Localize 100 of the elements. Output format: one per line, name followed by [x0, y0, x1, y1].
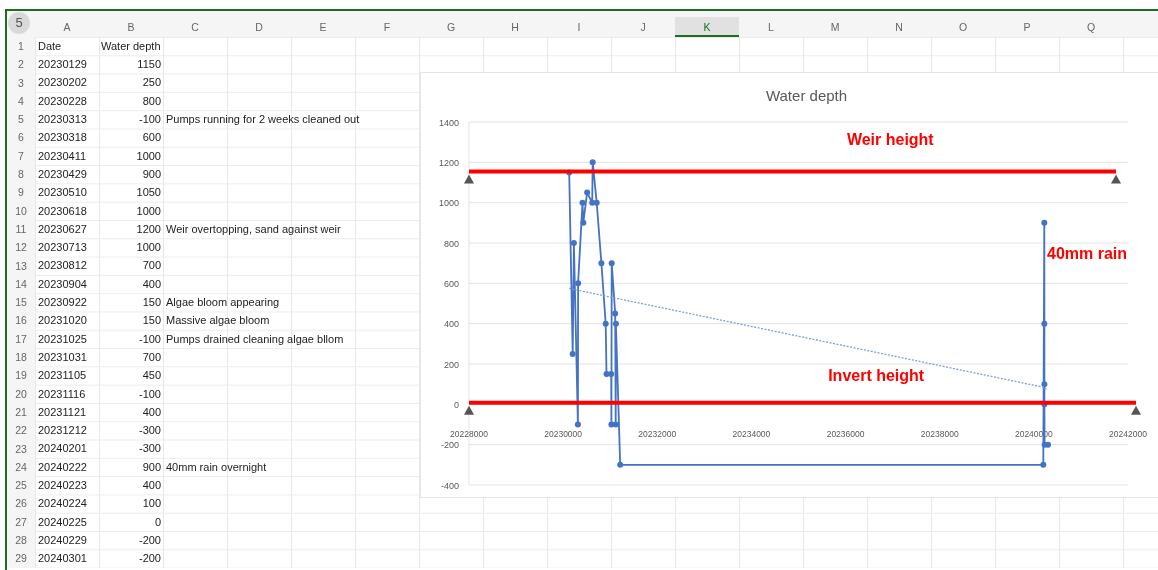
row-header[interactable]: 8 [7, 165, 35, 184]
table-cell: 450 [142, 369, 161, 382]
axis-label: -400 [441, 480, 459, 491]
column-header[interactable]: J [611, 17, 675, 37]
axis-label: 20234000 [732, 429, 771, 440]
data-point [569, 350, 576, 357]
table-cell: -100 [138, 332, 161, 345]
column-header[interactable]: D [227, 17, 291, 37]
row-header[interactable]: 12 [7, 238, 35, 257]
column-header[interactable]: E [291, 17, 355, 37]
column-header[interactable]: L [739, 17, 803, 37]
row-header[interactable]: 18 [7, 348, 35, 367]
table-cell: 0 [154, 515, 161, 528]
table-cell: 20240225 [38, 515, 87, 528]
table-cell: 20240229 [38, 533, 87, 546]
table-cell: Water depth [101, 39, 161, 52]
table-cell: 20230922 [38, 296, 87, 309]
table-cell: 1200 [136, 222, 161, 235]
table-cell: 20230202 [38, 76, 87, 89]
table-cell: 700 [142, 350, 161, 363]
table-cell: 20231020 [38, 314, 87, 327]
axis-label: 20228000 [450, 429, 488, 440]
table-cell: 20231025 [38, 332, 87, 345]
data-point [580, 219, 587, 226]
axis-label: 1400 [438, 117, 459, 128]
table-cell: 900 [142, 167, 161, 180]
axis-label: 1000 [438, 198, 459, 209]
table-cell: 20231121 [38, 405, 87, 418]
column-header[interactable]: N [867, 17, 931, 37]
table-cell: -200 [138, 533, 161, 546]
table-cell: -100 [138, 113, 161, 126]
column-header[interactable]: F [355, 17, 419, 37]
column-header[interactable]: C [163, 17, 227, 37]
column-header[interactable]: G [419, 17, 483, 37]
table-cell: 1000 [136, 204, 161, 217]
axis-label: 1200 [438, 157, 459, 168]
column-header[interactable]: O [931, 17, 995, 37]
row-header[interactable]: 15 [7, 293, 35, 312]
column-header[interactable]: A [35, 17, 99, 37]
table-cell: 20230713 [38, 241, 87, 254]
column-header[interactable]: H [483, 17, 547, 37]
table-cell: 20240224 [38, 497, 87, 510]
table-cell: 20230510 [38, 186, 87, 199]
row-header[interactable]: 5 [7, 110, 35, 129]
axis-label: 0 [454, 399, 459, 410]
table-cell: Pumps running for 2 weeks cleaned out [166, 113, 360, 126]
axis-label: -200 [441, 440, 459, 451]
data-point [575, 280, 582, 287]
column-header[interactable]: M [803, 17, 867, 37]
annotation-label: 40mm rain [1047, 245, 1128, 263]
triangle-icon [464, 405, 474, 415]
column-header[interactable]: B [99, 17, 163, 37]
axis-label: 800 [443, 238, 459, 249]
row-header[interactable]: 25 [7, 476, 35, 495]
table-cell: 20231212 [38, 424, 87, 437]
data-point [612, 320, 619, 327]
column-header[interactable]: Q [1059, 17, 1123, 37]
table-cell: 100 [142, 497, 161, 510]
row-header[interactable]: 1 [7, 37, 35, 56]
table-cell: 250 [142, 76, 161, 89]
table-cell: 20230228 [38, 94, 87, 107]
table-cell: 20240201 [38, 442, 87, 455]
row-header[interactable]: 29 [7, 549, 35, 568]
axis-label: 20230000 [544, 429, 583, 440]
name-box[interactable]: 5 [8, 12, 30, 34]
table-cell: 20230411 [38, 149, 87, 162]
row-header[interactable]: 9 [7, 183, 35, 202]
table-cell: 20230429 [38, 167, 87, 180]
table-cell: Pumps drained cleaning algae bllom [166, 332, 344, 345]
table-cell: Weir overtopping, sand against weir [166, 222, 341, 235]
column-header[interactable]: K [675, 17, 739, 37]
column-header[interactable]: I [547, 17, 611, 37]
row-header[interactable]: 16 [7, 311, 35, 330]
annotation-label: Invert height [828, 366, 925, 384]
row-header[interactable]: 22 [7, 421, 35, 440]
data-point [1041, 219, 1048, 226]
table-cell: 400 [142, 479, 161, 491]
table-cell: Algae bloom appearing [166, 296, 280, 309]
table-cell: 20240301 [38, 552, 87, 565]
table-cell: 400 [142, 405, 161, 418]
table-cell: 1000 [136, 149, 161, 162]
row-header[interactable]: 6 [7, 128, 35, 147]
row-header[interactable]: 2 [7, 55, 35, 74]
axis-label: 20242000 [1109, 429, 1147, 440]
axis-label: 400 [443, 319, 459, 330]
data-point [570, 240, 577, 246]
axis-label: 600 [443, 278, 459, 289]
data-point [1041, 320, 1048, 327]
axis-label: 20238000 [920, 429, 959, 440]
column-header[interactable]: P [995, 17, 1059, 37]
row-header[interactable]: 26 [7, 494, 35, 513]
data-point [1040, 461, 1047, 468]
data-point [612, 310, 619, 317]
row-header[interactable]: 19 [7, 366, 35, 385]
axis-label: 20236000 [826, 429, 865, 440]
triangle-icon [464, 174, 474, 184]
table-cell: 700 [142, 259, 161, 272]
row-header[interactable]: 28 [7, 531, 35, 550]
data-point [584, 189, 591, 196]
data-point [574, 421, 581, 428]
